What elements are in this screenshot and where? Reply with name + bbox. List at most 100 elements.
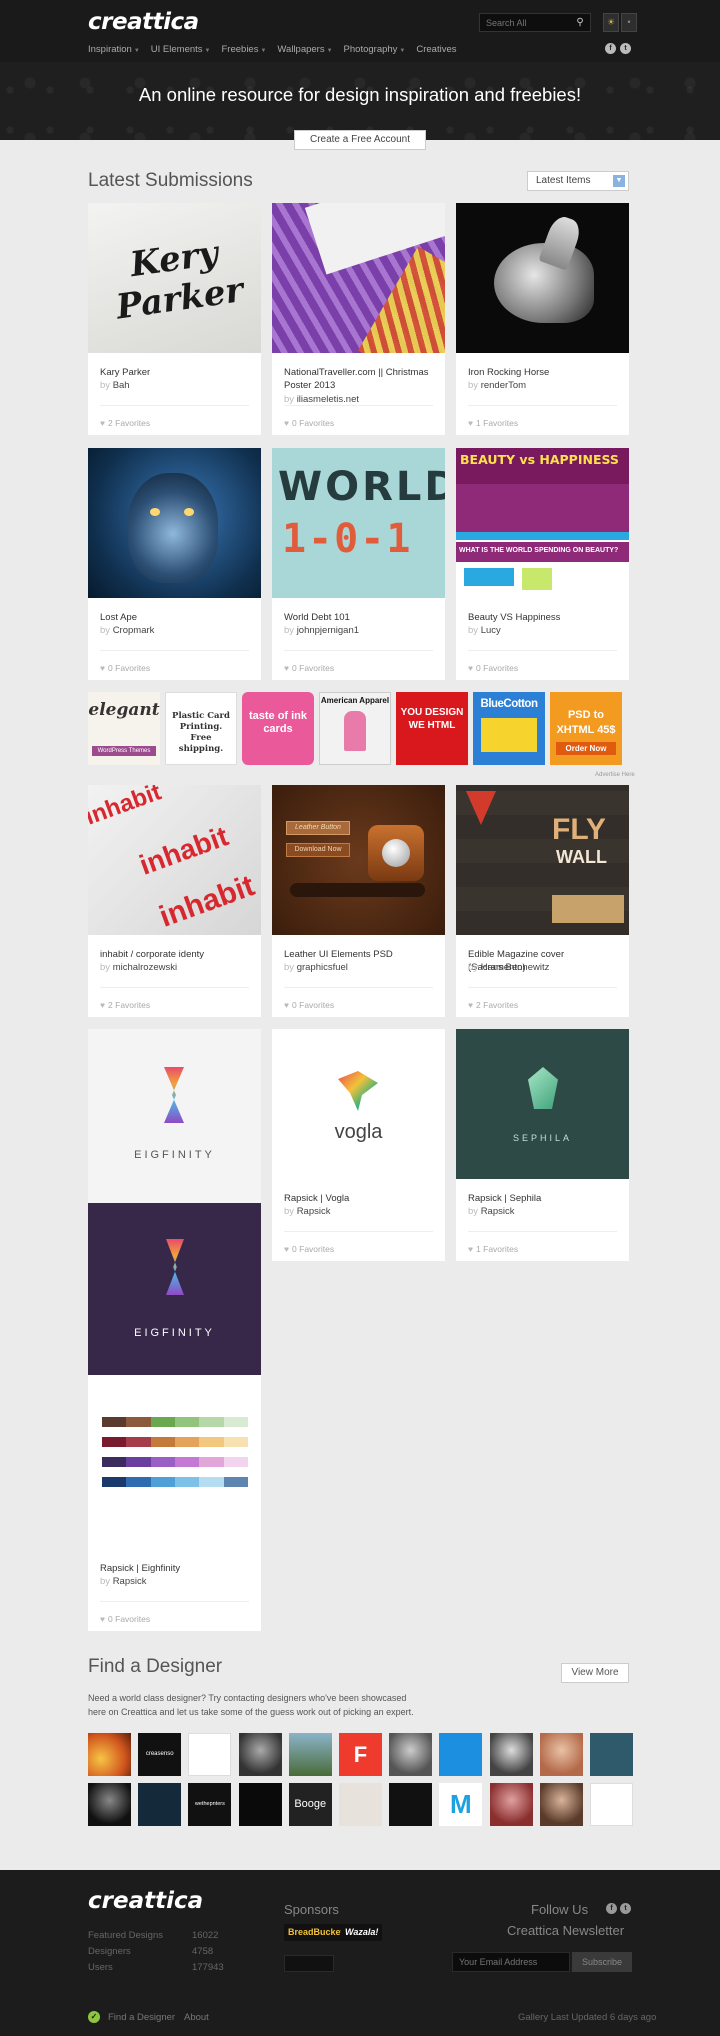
avatar[interactable]: F: [338, 1733, 382, 1776]
view-more-button[interactable]: View More: [561, 1663, 629, 1683]
card-thumbnail[interactable]: BEAUTY vs HAPPINESS WHAT IS THE WORLD SP…: [456, 448, 629, 598]
card-favorites[interactable]: ♥ 0 Favorites: [284, 663, 334, 673]
search-icon[interactable]: ⚲: [570, 14, 590, 31]
ad-banner[interactable]: PSD to XHTML 45$ Order Now: [550, 692, 622, 765]
author-link[interactable]: michalrozewski: [113, 962, 177, 973]
card-title[interactable]: Leather UI Elements PSD: [284, 948, 434, 961]
sort-select[interactable]: Latest Items ▼: [527, 171, 629, 191]
avatar[interactable]: [389, 1733, 433, 1776]
card-title[interactable]: Lost Ape: [100, 611, 250, 624]
card-favorites[interactable]: ♥ 0 Favorites: [284, 418, 334, 428]
avatar[interactable]: Booge: [288, 1783, 332, 1826]
card-thumbnail[interactable]: inhabit inhabit inhabit: [88, 785, 261, 935]
card-thumbnail[interactable]: [88, 448, 261, 598]
avatar[interactable]: wethepnters: [188, 1783, 232, 1826]
avatar[interactable]: [88, 1733, 131, 1776]
submission-card[interactable]: SEPHILA Rapsick | Sephila by Rapsick ♥ 1 …: [456, 1029, 629, 1261]
author-link[interactable]: renderTom: [481, 380, 526, 391]
ad-banner[interactable]: YOU DESIGN WE HTML: [396, 692, 468, 765]
card-title[interactable]: World Debt 101: [284, 611, 434, 624]
author-link[interactable]: Cropmark: [113, 625, 155, 636]
card-favorites[interactable]: ♥ 2 Favorites: [468, 1000, 518, 1010]
avatar[interactable]: [188, 1733, 232, 1776]
twitter-icon[interactable]: t: [620, 43, 631, 54]
avatar[interactable]: [539, 1733, 583, 1776]
sponsor-logo[interactable]: Wazala!: [341, 1924, 383, 1941]
twitter-icon[interactable]: t: [620, 1903, 631, 1914]
submission-card[interactable]: Kery Parker Kary Parker by Bah ♥ 2 Favori…: [88, 203, 261, 435]
avatar[interactable]: [489, 1733, 533, 1776]
avatar[interactable]: [439, 1733, 483, 1776]
author-link[interactable]: graphicsfuel: [297, 962, 348, 973]
submission-card[interactable]: WORLD 1-0-1 World Debt 101 by johnpjerni…: [272, 448, 445, 680]
card-title[interactable]: NationalTraveller.com || Christmas Poste…: [284, 366, 434, 392]
newsletter-email-field[interactable]: [452, 1952, 570, 1972]
ad-banner[interactable]: Plastic Card Printing. Free shipping.: [165, 692, 237, 765]
author-link[interactable]: Bah: [113, 380, 130, 391]
card-title[interactable]: Rapsick | Eighfinity: [100, 1562, 250, 1575]
nav-item-photography[interactable]: Photography ▼: [344, 44, 406, 55]
sponsor-slot[interactable]: [284, 1955, 334, 1972]
submission-card[interactable]: NationalTraveller.com || Christmas Poste…: [272, 203, 445, 435]
footer-link-about[interactable]: About: [184, 2012, 209, 2023]
card-title[interactable]: Beauty VS Happiness: [468, 611, 618, 624]
nav-item-ui-elements[interactable]: UI Elements ▼: [151, 44, 211, 55]
avatar[interactable]: M: [439, 1783, 483, 1826]
card-title[interactable]: inhabit / corporate identy: [100, 948, 250, 961]
author-link[interactable]: Rapsick: [297, 1206, 331, 1217]
footer-link-find-designer[interactable]: Find a Designer: [108, 2012, 175, 2023]
card-favorites[interactable]: ♥ 0 Favorites: [468, 663, 518, 673]
submission-card[interactable]: Lost Ape by Cropmark ♥ 0 Favorites: [88, 448, 261, 680]
submission-card[interactable]: EIGFINITY EIGFINITY Rapsick | Eighfinity…: [88, 1029, 261, 1631]
avatar[interactable]: [238, 1733, 282, 1776]
avatar[interactable]: [589, 1783, 633, 1826]
menu-icon[interactable]: •: [621, 13, 637, 32]
card-thumbnail[interactable]: SEPHILA: [456, 1029, 629, 1179]
nav-item-freebies[interactable]: Freebies ▼: [222, 44, 267, 55]
card-title[interactable]: Rapsick | Vogla: [284, 1192, 434, 1205]
submission-card[interactable]: BEAUTY vs HAPPINESS WHAT IS THE WORLD SP…: [456, 448, 629, 680]
card-favorites[interactable]: ♥ 0 Favorites: [284, 1000, 334, 1010]
author-link[interactable]: Lucy: [481, 625, 501, 636]
card-thumbnail[interactable]: [456, 203, 629, 353]
submission-card[interactable]: inhabit inhabit inhabit inhabit / corpor…: [88, 785, 261, 1017]
avatar[interactable]: [288, 1733, 332, 1776]
card-thumbnail[interactable]: vogla: [272, 1029, 445, 1179]
card-title[interactable]: Rapsick | Sephila: [468, 1192, 618, 1205]
ad-banner[interactable]: taste of ink cards: [242, 692, 314, 765]
advertise-link[interactable]: Advertise Here: [595, 772, 635, 778]
submission-card[interactable]: Iron Rocking Horse by renderTom ♥ 1 Favor…: [456, 203, 629, 435]
avatar[interactable]: [489, 1783, 533, 1826]
author-link[interactable]: Hans Bennewitz: [481, 962, 550, 973]
submission-card[interactable]: Leather Button Download Now Leather UI E…: [272, 785, 445, 1017]
card-favorites[interactable]: ♥ 2 Favorites: [100, 1000, 150, 1010]
card-favorites[interactable]: ♥ 0 Favorites: [100, 663, 150, 673]
subscribe-button[interactable]: Subscribe: [572, 1952, 632, 1972]
card-favorites[interactable]: ♥ 0 Favorites: [284, 1244, 334, 1254]
card-thumbnail[interactable]: EIGFINITY: [88, 1029, 261, 1203]
facebook-icon[interactable]: f: [606, 1903, 617, 1914]
avatar[interactable]: creasenso: [138, 1733, 182, 1776]
avatar[interactable]: [138, 1783, 182, 1826]
avatar[interactable]: [539, 1783, 583, 1826]
ad-banner[interactable]: American Apparel: [319, 692, 391, 765]
create-account-button[interactable]: Create a Free Account: [294, 130, 426, 150]
avatar[interactable]: [88, 1783, 131, 1826]
author-link[interactable]: johnpjernigan1: [297, 625, 359, 636]
sponsor-logo[interactable]: BreadBucket: [284, 1924, 348, 1941]
facebook-icon[interactable]: f: [605, 43, 616, 54]
card-thumbnail[interactable]: FLY WALL: [456, 785, 629, 935]
ad-banner[interactable]: BlueCotton: [473, 692, 545, 765]
rss-icon[interactable]: ☀: [603, 13, 619, 32]
author-link[interactable]: iliasmeletis.net: [297, 394, 359, 405]
avatar[interactable]: [589, 1733, 633, 1776]
submission-card[interactable]: vogla Rapsick | Vogla by Rapsick ♥ 0 Favo…: [272, 1029, 445, 1261]
submission-card[interactable]: FLY WALL Edible Magazine cover (Sacramen…: [456, 785, 629, 1017]
card-thumbnail[interactable]: Kery Parker: [88, 203, 261, 353]
card-title[interactable]: Kary Parker: [100, 366, 250, 379]
card-thumbnail[interactable]: Leather Button Download Now: [272, 785, 445, 935]
avatar[interactable]: [338, 1783, 382, 1826]
footer-logo[interactable]: creattica: [88, 1888, 203, 1914]
author-link[interactable]: Rapsick: [113, 1576, 147, 1587]
card-thumbnail[interactable]: [272, 203, 445, 353]
